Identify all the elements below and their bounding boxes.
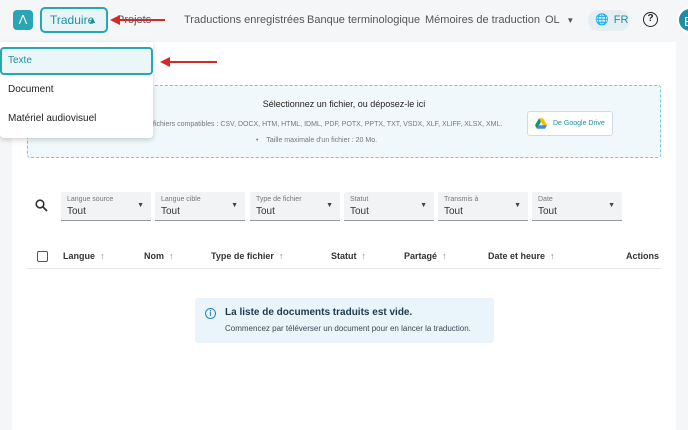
dropdown-arrow-icon: ▼: [514, 202, 521, 209]
column-status[interactable]: Statut ↑: [331, 251, 366, 261]
column-shared[interactable]: Partagé ↑: [404, 251, 447, 261]
column-file-type[interactable]: Type de fichier ↑: [211, 251, 283, 261]
nav-saved-translations[interactable]: Traductions enregistrées: [184, 14, 305, 26]
filter-sent-to[interactable]: Transmis à Tout ▼: [438, 192, 528, 221]
translate-dropdown-menu: Texte Document Matériel audiovisuel: [0, 42, 153, 138]
bullet-icon: •: [256, 137, 259, 144]
org-selector[interactable]: OL ▼: [545, 14, 574, 26]
chevron-down-icon: ▼: [566, 16, 575, 25]
google-drive-icon: [535, 118, 547, 129]
empty-subtitle: Commencez par téléverser un document pou…: [225, 324, 471, 333]
app-logo[interactable]: Λ: [13, 10, 33, 30]
dropdown-arrow-icon: ▼: [137, 202, 144, 209]
google-drive-button[interactable]: De Google Drive: [527, 111, 613, 136]
sort-arrow-icon: ↑: [169, 251, 174, 261]
annotation-arrow-icon: [160, 57, 217, 67]
column-name[interactable]: Nom ↑: [144, 251, 174, 261]
dropdown-arrow-icon: ▼: [231, 202, 238, 209]
language-selector[interactable]: 🌐 FR: [588, 10, 630, 31]
google-drive-label: De Google Drive: [553, 120, 605, 127]
nav-translation-memories[interactable]: Mémoires de traduction: [425, 14, 540, 26]
column-language[interactable]: Langue ↑: [63, 251, 105, 261]
chevron-up-icon: ▲: [88, 15, 97, 25]
nav-termbase[interactable]: Banque terminologique: [307, 14, 420, 26]
help-icon[interactable]: ?: [643, 12, 658, 27]
select-all-checkbox[interactable]: [37, 251, 48, 262]
globe-icon: 🌐: [595, 14, 609, 26]
filter-file-type[interactable]: Type de fichier Tout ▼: [250, 192, 340, 221]
empty-title: La liste de documents traduits est vide.: [225, 307, 413, 318]
translate-menu-button[interactable]: Traduire ▲: [40, 7, 108, 33]
filter-date[interactable]: Date Tout ▼: [532, 192, 622, 221]
filter-status[interactable]: Statut Tout ▼: [344, 192, 434, 221]
menu-item-document[interactable]: Document: [0, 76, 153, 104]
upload-max-size: • Taille maximale d'un fichier : 20 Mo.: [256, 137, 378, 144]
sort-arrow-icon: ↑: [442, 251, 447, 261]
dropdown-arrow-icon: ▼: [420, 202, 427, 209]
top-navigation: Λ Traduire ▲ Projets Traductions enregis…: [0, 0, 688, 42]
annotation-arrow-icon: [110, 15, 165, 25]
filter-target-language[interactable]: Langue cible Tout ▼: [155, 192, 245, 221]
sort-arrow-icon: ↑: [278, 251, 284, 261]
info-icon: i: [205, 308, 216, 319]
language-label: FR: [613, 14, 629, 26]
menu-item-audiovisual[interactable]: Matériel audiovisuel: [0, 105, 153, 133]
sort-arrow-icon: ↑: [361, 251, 367, 261]
search-icon[interactable]: [27, 193, 55, 221]
avatar[interactable]: E: [677, 7, 688, 33]
column-actions: Actions: [626, 251, 660, 261]
upload-formats-text: ats de fichiers compatibles : CSV, DOCX,…: [132, 121, 503, 128]
org-label: OL: [545, 14, 560, 26]
empty-list-notice: i La liste de documents traduits est vid…: [195, 298, 494, 343]
sort-arrow-icon: ↑: [100, 251, 105, 261]
filter-source-language[interactable]: Langue source Tout ▼: [61, 192, 151, 221]
table-header: Langue ↑ Nom ↑ Type de fichier ↑ Statut ↑ Pa…: [27, 245, 661, 269]
dropdown-arrow-icon: ▼: [326, 202, 333, 209]
sort-arrow-icon: ↑: [550, 251, 555, 261]
column-date-time[interactable]: Date et heure ↑: [488, 251, 555, 261]
dropdown-arrow-icon: ▼: [608, 202, 615, 209]
menu-item-text[interactable]: Texte: [0, 47, 153, 75]
